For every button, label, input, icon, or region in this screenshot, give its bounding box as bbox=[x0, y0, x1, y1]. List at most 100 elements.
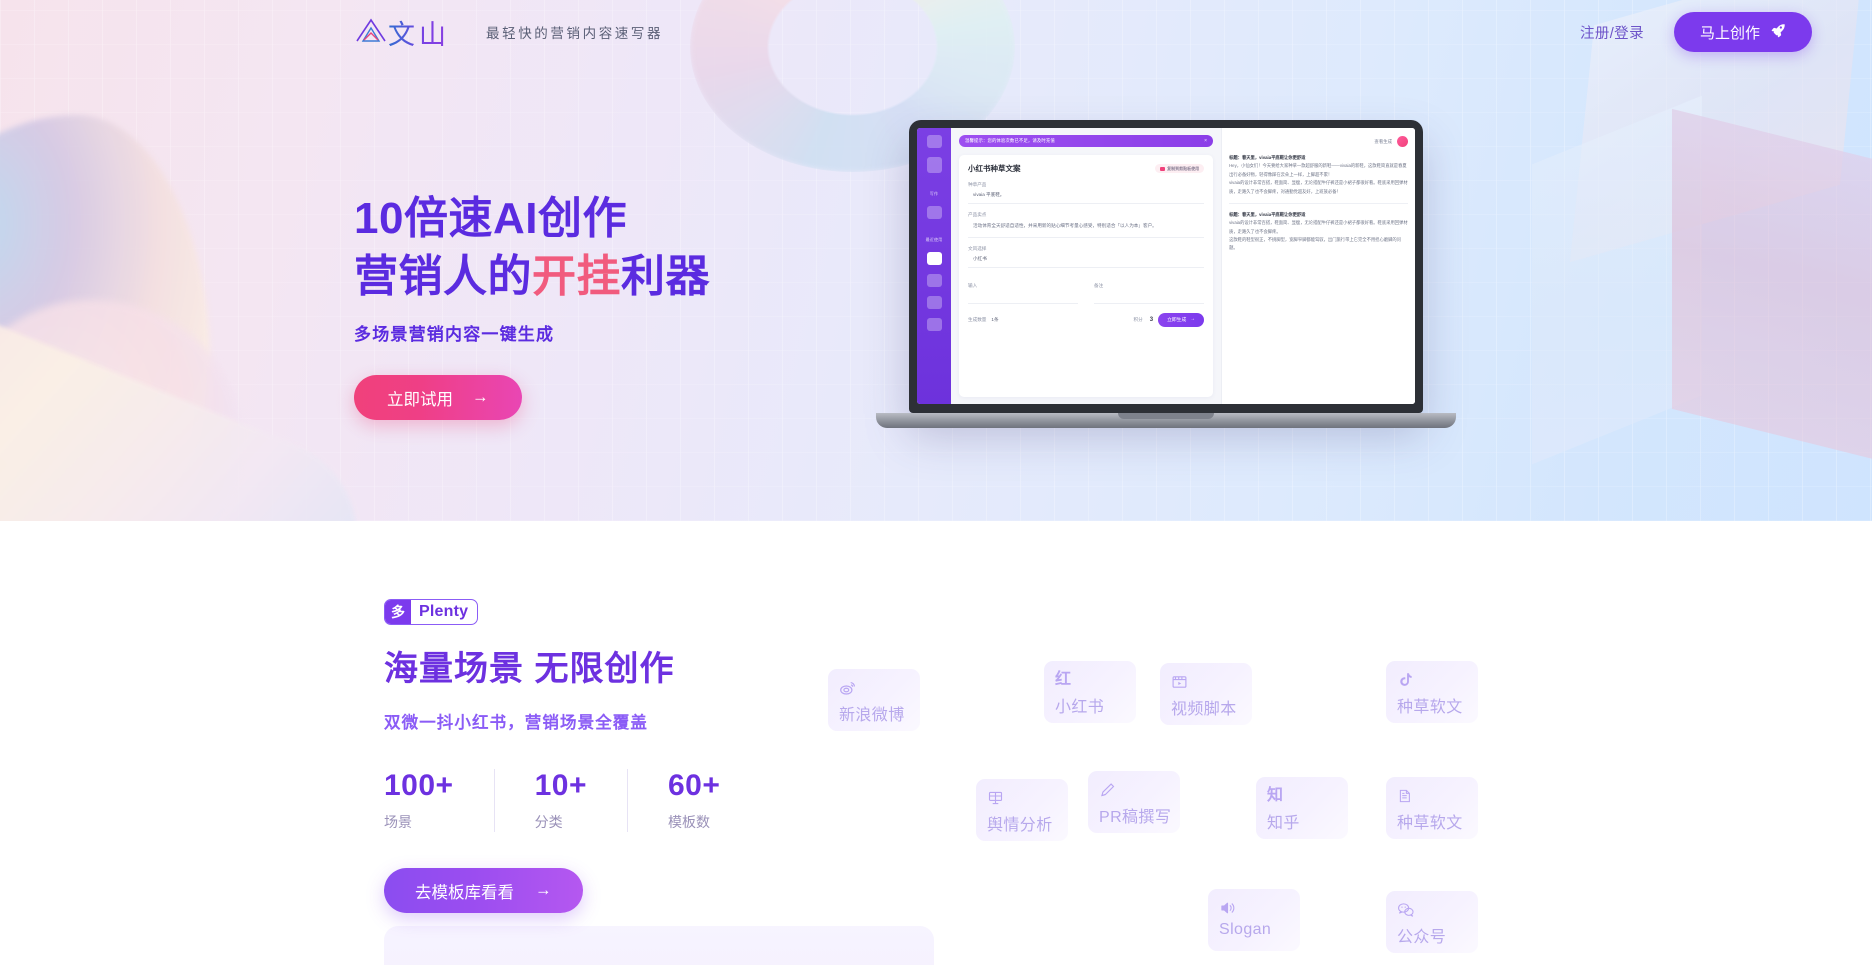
scenarios-subheading: 双微一抖小红书，营销场景全覆盖 bbox=[384, 714, 648, 732]
hero-heading-line2: 营销人的开挂利器 bbox=[354, 248, 710, 306]
stat-label: 模板数 bbox=[667, 814, 710, 830]
scenario-tag-card[interactable]: 种草软文 bbox=[1386, 777, 1478, 839]
sidebar-item-history[interactable] bbox=[926, 296, 942, 309]
result-paragraph-2: vivaia的设计非常百搭，鞋面简、显瘦，无论搭配牛仔裤还是小裙子都很好看。鞋底… bbox=[1229, 180, 1408, 194]
sidebar-group-label-2: 最近使用 bbox=[925, 237, 943, 242]
hero-copy: 10倍速AI创作 营销人的开挂利器 多场景营销内容一键生成 立即试用 → bbox=[354, 190, 710, 421]
sentiment-chart-icon bbox=[987, 788, 1068, 807]
result-column: 查看生成 标题：春天里，vivaia平底鞋让你更舒适 Hey，小仙女们！今天要给… bbox=[1221, 128, 1415, 404]
scenarios-section: 多 Plenty 海量场景 无限创作 双微一抖小红书，营销场景全覆盖 100+ … bbox=[0, 521, 1872, 965]
go-to-template-library-button[interactable]: 去模板库看看 → bbox=[384, 868, 583, 913]
sidebar-item-user[interactable] bbox=[926, 318, 942, 331]
scenario-tag-label: 种草软文 bbox=[1397, 699, 1463, 716]
notice-banner: 温馨提示：您的体验次数已不足，请及时充值 × bbox=[959, 135, 1214, 147]
scenario-tag-card[interactable]: 红小红书 bbox=[1044, 661, 1136, 723]
scenario-tag-card[interactable]: 知知乎 bbox=[1256, 777, 1348, 839]
app-sidebar: 写作 最近使用 bbox=[917, 128, 951, 404]
input-field-group: 输入 bbox=[968, 275, 1079, 304]
start-creating-button[interactable]: 马上创作 bbox=[1673, 12, 1812, 52]
result-divider bbox=[1229, 202, 1408, 204]
product-field-value[interactable]: vivaia 平底鞋。 bbox=[968, 188, 1205, 204]
scenario-tag-card[interactable]: 公众号 bbox=[1386, 891, 1478, 953]
sidebar-group-label: 写作 bbox=[929, 191, 939, 196]
sidebar-logo-icon[interactable] bbox=[926, 135, 942, 148]
result-paragraph-4: 这款鞋的鞋型很正，不挑脚型，宽脚窄脚都能驾驭，出门旅行带上它完全不用担心磨脚的问… bbox=[1229, 237, 1401, 251]
go-to-template-library-label: 去模板库看看 bbox=[415, 883, 514, 902]
result-title-2: 标题：春天里，vivaia平底鞋让你更舒适 bbox=[1229, 211, 1306, 217]
document-title-text: 小红书种草文案 bbox=[968, 164, 1021, 173]
scenario-tag-card[interactable]: PR稿撰写 bbox=[1088, 771, 1180, 833]
style-field-value[interactable]: 小红书 bbox=[968, 252, 1205, 268]
scenarios-copy: 多 Plenty 海量场景 无限创作 双微一抖小红书，营销场景全覆盖 100+ … bbox=[384, 599, 760, 913]
input-field-value[interactable] bbox=[968, 289, 1079, 304]
stat-item: 100+ 场景 bbox=[384, 769, 494, 832]
hero-heading-line2-b: 利器 bbox=[621, 252, 710, 302]
hero-heading-line2-a: 营销人的 bbox=[354, 252, 532, 302]
scenario-tag-card[interactable]: 新浪微博 bbox=[828, 669, 920, 731]
try-now-button[interactable]: 立即试用 → bbox=[354, 375, 522, 421]
site-logo[interactable]: 文山 bbox=[354, 13, 450, 52]
plenty-badge-glyph: 多 bbox=[385, 600, 411, 624]
scenario-tag-card[interactable]: 视频脚本 bbox=[1160, 663, 1252, 725]
sidebar-item-template[interactable] bbox=[926, 206, 942, 219]
result-header-label[interactable]: 查看生成 bbox=[1374, 139, 1392, 145]
hero-heading-line1: 10倍速AI创作 bbox=[354, 194, 627, 243]
close-icon[interactable]: × bbox=[1204, 138, 1207, 144]
copy-chip-label: 复制到剪贴板使用 bbox=[1167, 165, 1200, 171]
arrow-right-icon: → bbox=[535, 881, 552, 899]
credit-label: 积分 bbox=[1133, 316, 1143, 322]
stat-number: 10+ bbox=[534, 769, 587, 802]
try-now-label: 立即试用 bbox=[387, 390, 453, 409]
result-paragraph-1: Hey，小仙女们！今天要给大家种草一款超舒服的新鞋——vivaia的新鞋，这款鞋… bbox=[1229, 163, 1407, 177]
editor-card: 小红书种草文案 复制到剪贴板使用 种草产品 vivaia 平底鞋。 产品卖点 活… bbox=[959, 155, 1214, 397]
stat-item: 10+ 分类 bbox=[493, 769, 627, 832]
plenty-badge: 多 Plenty bbox=[384, 599, 479, 625]
app-body: 温馨提示：您的体验次数已不足，请及时充值 × 小红书种草文案 复制到剪贴板使用 bbox=[951, 128, 1415, 404]
stat-label: 场景 bbox=[384, 814, 412, 830]
copy-chip[interactable]: 复制到剪贴板使用 bbox=[1155, 164, 1205, 173]
document-title: 小红书种草文案 复制到剪贴板使用 bbox=[968, 163, 1205, 174]
avatar[interactable] bbox=[1397, 136, 1408, 147]
start-creating-label: 马上创作 bbox=[1699, 24, 1760, 42]
scenario-tag-label: 公众号 bbox=[1397, 929, 1447, 946]
sidebar-item-docs[interactable] bbox=[926, 274, 942, 287]
zhihu-icon: 知 bbox=[1267, 786, 1284, 804]
remark-field-value[interactable] bbox=[1094, 289, 1205, 304]
remark-field-group: 备注 bbox=[1094, 275, 1205, 304]
result-header: 查看生成 bbox=[1229, 136, 1408, 147]
scenario-tag-label: 种草软文 bbox=[1397, 815, 1463, 832]
tiktok-icon bbox=[1397, 670, 1478, 689]
count-value[interactable]: 1条 bbox=[991, 317, 998, 323]
hero-subheading: 多场景营销内容一键生成 bbox=[354, 325, 555, 345]
plenty-badge-text: Plenty bbox=[419, 603, 469, 620]
scenario-tag-label: PR稿撰写 bbox=[1099, 809, 1172, 826]
generate-label: 立即生成 bbox=[1167, 318, 1187, 324]
count-label: 生成数量 bbox=[968, 316, 987, 322]
wechat-icon bbox=[1397, 900, 1478, 919]
site-header: 文山 最轻快的营销内容速写器 注册/登录 马上创作 bbox=[0, 0, 1872, 64]
credit-value: 3 bbox=[1149, 316, 1154, 323]
editor-footer: 生成数量 1条 积分 3 立即生成 → bbox=[968, 312, 1205, 327]
header-actions: 注册/登录 马上创作 bbox=[1580, 12, 1812, 52]
stat-number: 60+ bbox=[667, 769, 721, 802]
hero-heading-highlight: 开挂 bbox=[532, 252, 621, 302]
document-icon bbox=[1397, 786, 1478, 805]
weibo-icon bbox=[839, 678, 920, 697]
speaker-icon bbox=[1219, 898, 1300, 917]
xiaohongshu-badge-icon bbox=[1160, 166, 1166, 171]
scenario-tag-card[interactable]: 种草软文 bbox=[1386, 661, 1478, 723]
points-field-value[interactable]: 活动体育全天舒适自适性，并采用新的贴心细节考量心感受，特别适合「以人为本」客户。 bbox=[968, 218, 1205, 238]
rocket-icon bbox=[1771, 23, 1786, 41]
result-paragraph-3: vivaia的设计非常百搭，鞋面简、显瘦，无论搭配牛仔裤还是小裙子都很好看。鞋底… bbox=[1229, 220, 1408, 234]
xiaohongshu-icon: 红 bbox=[1055, 670, 1072, 688]
sidebar-item-active[interactable] bbox=[926, 252, 942, 265]
sidebar-rocket-icon[interactable] bbox=[926, 157, 942, 173]
login-register-link[interactable]: 注册/登录 bbox=[1580, 22, 1644, 43]
scenario-tag-card[interactable]: 舆情分析 bbox=[976, 779, 1068, 841]
laptop-lid: 写作 最近使用 温馨提示：您的体验次数已不足，请及时充值 × 小红书种草文案 复… bbox=[909, 120, 1423, 413]
generate-arrow-icon: → bbox=[1190, 317, 1196, 323]
extra-fields-row: 输入 备注 bbox=[968, 275, 1205, 304]
generate-button[interactable]: 立即生成 → bbox=[1158, 312, 1205, 327]
scenario-tag-grid: 新浪微博红小红书 视频脚本 种草软文 舆情分析 PR稿撰写知知乎 种草软文 Slogan 公众… bbox=[808, 521, 1508, 965]
scenario-tag-card[interactable]: Slogan bbox=[1208, 889, 1300, 951]
